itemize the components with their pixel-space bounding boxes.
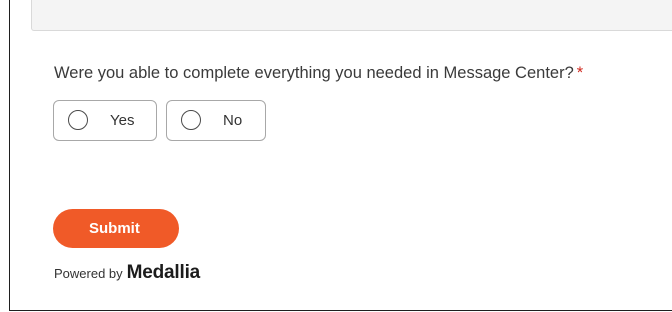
- submit-button[interactable]: Submit: [53, 209, 179, 248]
- question-text: Were you able to complete everything you…: [54, 64, 583, 83]
- question-label: Were you able to complete everything you…: [54, 64, 574, 82]
- choice-no[interactable]: No: [166, 100, 266, 141]
- choice-yes-label: Yes: [110, 112, 135, 129]
- required-marker: *: [576, 64, 584, 82]
- choice-yes[interactable]: Yes: [53, 100, 157, 141]
- radio-yes[interactable]: [68, 110, 88, 130]
- choice-no-label: No: [223, 112, 243, 129]
- previous-question-panel: [31, 0, 672, 31]
- brand-logo: Medallia: [126, 262, 201, 283]
- powered-by-label: Powered by: [54, 266, 123, 281]
- powered-by: Powered by Medallia: [54, 262, 200, 284]
- radio-no[interactable]: [181, 110, 201, 130]
